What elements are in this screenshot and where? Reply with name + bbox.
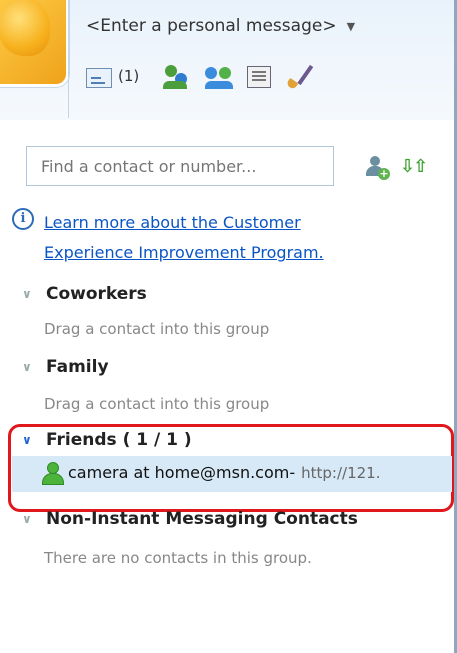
games-icon[interactable] — [247, 66, 272, 88]
avatar-image — [0, 0, 50, 56]
mail-icon[interactable] — [86, 67, 112, 88]
group-name: Family — [46, 357, 109, 377]
search-input[interactable] — [26, 146, 334, 186]
online-status-icon — [42, 462, 64, 486]
contact-row[interactable]: camera at home@msn.com-http://121. — [12, 456, 452, 492]
chevron-down-icon[interactable]: ∨ — [22, 512, 34, 526]
contact-status: http://121. — [301, 464, 381, 482]
group-header[interactable]: ∨ Friends ( 1 / 1 ) — [22, 430, 192, 450]
chevron-down-icon[interactable]: ▼ — [347, 20, 355, 33]
personal-message-text: <Enter a personal message> — [86, 16, 337, 36]
group-empty-text: Drag a contact into this group — [44, 395, 270, 413]
chevron-down-icon[interactable]: ∨ — [22, 287, 34, 301]
info-icon: i — [12, 208, 34, 230]
toolbar: (1) — [86, 60, 327, 92]
chevron-down-icon[interactable]: ∨ — [22, 433, 34, 447]
group-name: Friends ( 1 / 1 ) — [46, 430, 192, 450]
add-contact-icon[interactable]: + — [364, 156, 390, 180]
link-line-2[interactable]: Experience Improvement Program. — [44, 238, 324, 268]
chevron-down-icon[interactable]: ∨ — [22, 360, 34, 374]
header-panel: <Enter a personal message> ▼ (1) — [0, 0, 457, 121]
group-header[interactable]: ∨ Non-Instant Messaging Contacts — [22, 509, 358, 529]
mail-count[interactable]: (1) — [118, 67, 139, 85]
personal-message[interactable]: <Enter a personal message> ▼ — [86, 16, 355, 36]
link-line-1[interactable]: Learn more about the Customer — [44, 213, 301, 232]
group-header[interactable]: ∨ Family — [22, 357, 109, 377]
group-name: Non-Instant Messaging Contacts — [46, 509, 358, 529]
contact-name-text: camera at home@msn.com- — [68, 463, 296, 482]
contact-name[interactable]: camera at home@msn.com-http://121. — [68, 463, 380, 482]
sort-icon[interactable]: ⇩⇧ — [400, 156, 428, 177]
group-icon[interactable] — [205, 63, 234, 89]
group-header[interactable]: ∨ Coworkers — [22, 284, 147, 304]
divider — [68, 0, 69, 118]
group-empty-text: Drag a contact into this group — [44, 320, 270, 338]
contacts-icon[interactable] — [163, 63, 191, 89]
group-name: Coworkers — [46, 284, 147, 304]
group-empty-text: There are no contacts in this group. — [44, 549, 312, 567]
avatar[interactable] — [0, 0, 66, 84]
customize-icon[interactable] — [285, 62, 313, 90]
customer-experience-link[interactable]: Learn more about the Customer Experience… — [44, 208, 324, 268]
